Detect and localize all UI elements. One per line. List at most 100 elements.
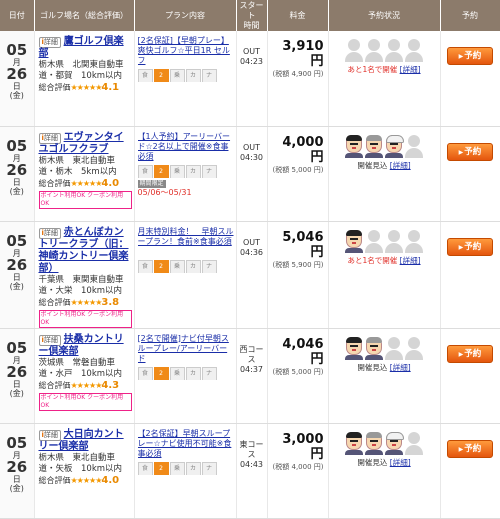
weekday: (金) — [9, 186, 24, 196]
player-avatar-icon — [365, 134, 383, 159]
plan-feature-icon: 乗 — [169, 259, 185, 273]
plan-feature-icon: 乗 — [169, 69, 185, 82]
course-cell: i詳細 エヴァンタイユゴルフクラブ 栃木県 東北自動車道・栃木 5km以内 総合… — [34, 126, 135, 222]
score-label: 総合評価 — [38, 297, 71, 307]
point-coupon-badge: ポイント利用OK クーポン利用OK — [38, 309, 132, 328]
tax-price: (税額 5,000 円) — [272, 367, 324, 376]
plan-feature-icon: ナ — [201, 259, 217, 273]
start-time: 東コース 04:43 — [236, 423, 268, 519]
plan-feature-icon: 食 — [137, 164, 153, 178]
month: 05 — [6, 136, 28, 155]
course-address: 茨城県 常磐自動車道・水戸 10km以内 — [38, 357, 123, 379]
plan-feature-icon: 乗 — [169, 461, 185, 475]
star-rating-icon: ★★★★★ — [70, 297, 103, 307]
score-label: 総合評価 — [38, 83, 71, 92]
star-rating-icon: ★★★★★ — [70, 178, 103, 188]
status-detail-link[interactable]: [詳細] — [390, 161, 411, 170]
detail-badge[interactable]: i詳細 — [38, 429, 61, 441]
score-value: 4.0 — [101, 177, 120, 189]
arrow-right-icon: ▶ — [458, 53, 464, 60]
header-status: 予約状況 — [328, 0, 441, 31]
status-text: あと1名で開催 [詳細] — [347, 255, 421, 265]
player-faces — [329, 229, 440, 256]
plan-icons: 食2乗カナ — [137, 69, 234, 82]
weekday: (金) — [9, 91, 24, 100]
table-row: 05 月 26 日 (金) i詳細 赤とんぼカントリークラブ（旧：神崎カントリー… — [0, 221, 500, 329]
price-cell: 4,000円 (税額 5,000 円) — [267, 126, 329, 222]
plan-feature-icon: 食 — [137, 69, 153, 82]
empty-slot-icon — [385, 336, 403, 361]
plan-link[interactable]: 【1人予約】アーリーバード☆2名以上で開催※食事必須 — [138, 132, 234, 163]
status-detail-link[interactable]: [詳細] — [400, 65, 421, 74]
price: 3,910円 — [282, 39, 324, 69]
plan-feature-icon: 食 — [137, 461, 153, 475]
day: 26 — [6, 65, 28, 83]
plan-link[interactable]: [2名で開催]ナビ付早朝スループレー/アーリーバード — [138, 334, 234, 365]
detail-badge[interactable]: i詳細 — [38, 37, 61, 48]
tax-price: (税額 5,000 円) — [272, 165, 324, 174]
status-cell: 開催見込 [詳細] — [328, 423, 441, 519]
plan-icons: 食2乗カナ — [137, 164, 234, 178]
day: 26 — [6, 362, 28, 381]
price: 3,000円 — [282, 431, 324, 462]
player-faces — [329, 336, 440, 363]
empty-slot-icon — [405, 39, 423, 63]
empty-slot-icon — [385, 39, 403, 63]
plan-feature-icon: カ — [185, 366, 201, 380]
header-fee: 料金 — [267, 0, 329, 31]
status-detail-link[interactable]: [詳細] — [390, 363, 411, 372]
empty-slot-icon — [405, 431, 423, 456]
day-unit: 日 — [12, 82, 21, 91]
date-cell: 05 月 26 日 (金) — [0, 221, 35, 329]
plan-feature-icon: 2 — [153, 366, 169, 380]
reserve-button[interactable]: ▶予約 — [447, 344, 493, 363]
status-text: 開催見込 [詳細] — [357, 362, 411, 372]
detail-badge[interactable]: i詳細 — [38, 227, 61, 239]
table-row: 05 月 26 日 (金) i詳細 エヴァンタイユゴルフクラブ 栃木県 東北自動… — [0, 126, 500, 222]
price: 4,000円 — [282, 134, 324, 165]
score-label: 総合評価 — [38, 178, 71, 188]
status-detail-link[interactable]: [詳細] — [400, 256, 421, 265]
tax-price: (税額 5,900 円) — [272, 260, 324, 269]
empty-slot-icon — [385, 229, 403, 254]
plan-link[interactable]: 【2名保証】早朝スループレー☆ナビ使用不可能※食事必須 — [138, 429, 234, 460]
reserve-button[interactable]: ▶予約 — [447, 142, 493, 161]
plan-feature-icon: 乗 — [169, 164, 185, 178]
status-text: あと1名で開催 [詳細] — [347, 65, 421, 74]
detail-badge[interactable]: i詳細 — [38, 334, 61, 346]
weekday: (金) — [9, 281, 24, 291]
status-detail-link[interactable]: [詳細] — [390, 458, 411, 467]
course-cell: i詳細 鷹ゴルフ倶楽部 栃木県 北関東自動車道・都賀 10km以内 総合評価★★… — [34, 31, 135, 127]
arrow-right-icon: ▶ — [458, 445, 464, 453]
tee-time-table: 日付 ゴルフ場名（総合評価） プラン内容 スタート 時間 料金 予約状況 予約 0… — [0, 0, 500, 519]
detail-badge[interactable]: i詳細 — [38, 132, 61, 144]
empty-slot-icon — [345, 39, 363, 63]
plan-icons: 食2乗カナ — [137, 366, 234, 380]
status-cell: 開催見込 [詳細] — [328, 126, 441, 222]
plan-feature-icon: ナ — [201, 461, 217, 475]
tax-price: (税額 4,900 円) — [272, 70, 324, 78]
course-address: 栃木県 東北自動車道・矢板 10km以内 — [38, 452, 123, 474]
date-cell: 05 月 26 日 (金) — [0, 31, 35, 127]
header-course: ゴルフ場名（総合評価） — [34, 0, 135, 31]
course-address: 栃木県 北関東自動車道・都賀 10km以内 — [38, 60, 124, 81]
status-text: 開催見込 [詳細] — [357, 457, 411, 467]
weekday: (金) — [9, 483, 24, 493]
price-cell: 4,046円 (税額 5,000 円) — [267, 328, 329, 424]
reserve-button[interactable]: ▶予約 — [447, 439, 493, 458]
reserve-button[interactable]: ▶予約 — [447, 237, 493, 256]
score-value: 4.3 — [101, 379, 120, 391]
reserve-button[interactable]: ▶予約 — [447, 47, 493, 65]
score-label: 総合評価 — [38, 475, 71, 485]
month: 05 — [6, 338, 28, 357]
player-avatar-icon — [385, 431, 404, 456]
plan-link[interactable]: [2名保証]【早朝プレー】爽快ゴルフ☆平日1R セルフ — [138, 36, 234, 67]
reserve-cell: ▶予約 — [440, 126, 500, 222]
start-time: 西コース 04:37 — [236, 328, 268, 424]
status-cell: あと1名で開催 [詳細] — [328, 221, 441, 329]
plan-cell: 【1人予約】アーリーバード☆2名以上で開催※食事必須 食2乗カナ 期間限定 05… — [134, 126, 237, 222]
player-avatar-icon — [345, 229, 363, 254]
plan-link[interactable]: 月末特別料金！ 早朝スループラン！食前※食事必須 — [138, 227, 234, 258]
point-coupon-badge: ポイント利用OK クーポン利用OK — [38, 190, 132, 209]
plan-period: 05/06～05/31 — [137, 187, 192, 197]
